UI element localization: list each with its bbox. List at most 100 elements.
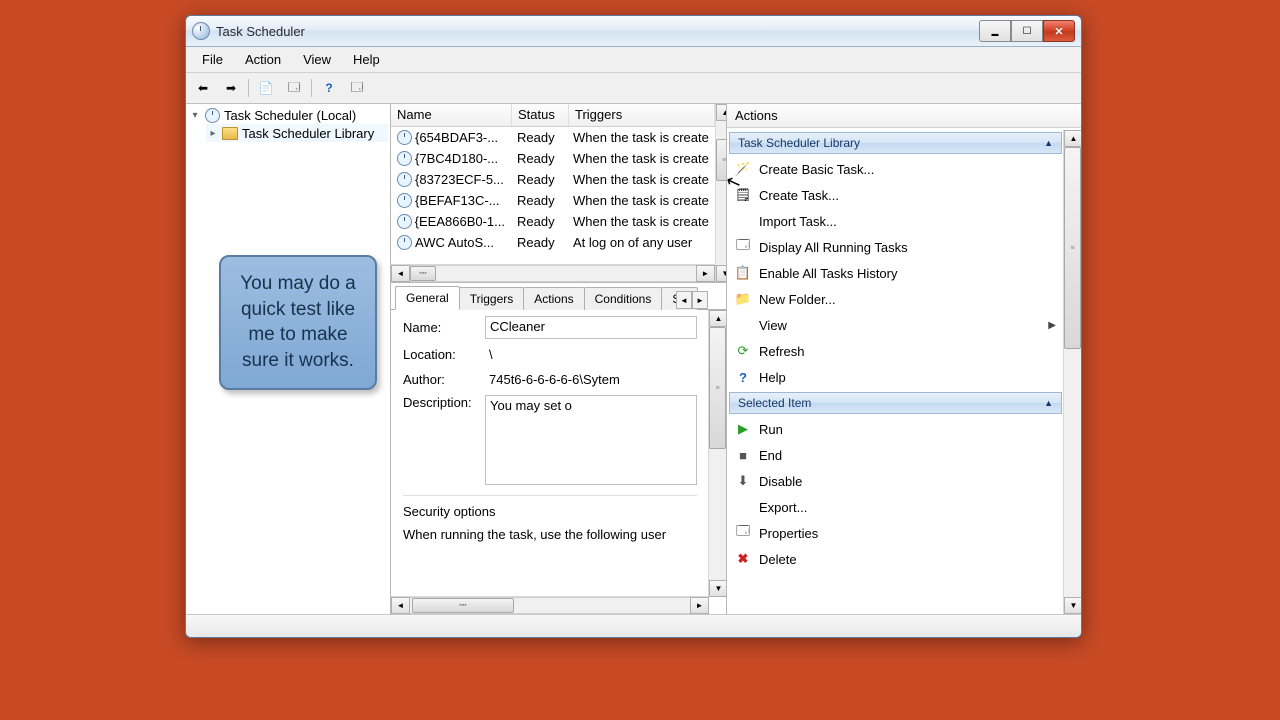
tutorial-callout: You may do a quick test like me to make … xyxy=(219,255,377,390)
collapse-icon[interactable]: ▲ xyxy=(1044,138,1053,148)
view-icon xyxy=(735,317,751,333)
help-toolbar-button[interactable]: ? xyxy=(316,76,342,100)
actions-panel: Actions Task Scheduler Library ▲ 🪄Create… xyxy=(727,104,1081,614)
label: Export... xyxy=(759,500,807,515)
details-hscroll[interactable]: ◄ ▪▪▪ ► xyxy=(391,596,709,614)
tab-scroll-left[interactable]: ◄ xyxy=(676,291,692,309)
titlebar[interactable]: Task Scheduler xyxy=(186,16,1081,47)
scroll-up-icon[interactable]: ▲ xyxy=(716,104,726,121)
tab-conditions[interactable]: Conditions xyxy=(584,287,663,310)
col-triggers[interactable]: Triggers xyxy=(569,104,715,126)
tree-library-label: Task Scheduler Library xyxy=(242,126,374,141)
submenu-arrow-icon: ▶ xyxy=(1048,320,1056,331)
end-icon: ■ xyxy=(735,447,751,463)
help-icon: ? xyxy=(735,369,751,385)
label: End xyxy=(759,448,782,463)
action-create-task[interactable]: 🗒Create Task... xyxy=(729,182,1062,208)
name-field[interactable]: CCleaner xyxy=(485,316,697,339)
action-disable[interactable]: ⬇Disable xyxy=(729,468,1062,494)
scroll-thumb[interactable]: ≡ xyxy=(1064,147,1081,349)
col-status[interactable]: Status xyxy=(512,104,569,126)
scroll-right-icon[interactable]: ► xyxy=(696,265,715,282)
table-row[interactable]: {EEA866B0-1...ReadyWhen the task is crea… xyxy=(391,211,715,232)
action-properties[interactable]: 🗔Properties xyxy=(729,520,1062,546)
task-icon xyxy=(397,172,412,187)
scroll-thumb[interactable]: ▪▪▪ xyxy=(410,266,436,281)
collapse-icon[interactable]: ▲ xyxy=(1044,398,1053,408)
up-button[interactable]: 📄 xyxy=(253,76,279,100)
details-vscroll[interactable]: ▲ ≡ ▼ xyxy=(708,310,726,597)
author-value: 745t6-6-6-6-6-6\Sytem xyxy=(485,370,624,389)
tab-general[interactable]: General xyxy=(395,286,460,310)
menu-view[interactable]: View xyxy=(293,49,341,70)
task-trigger: When the task is create xyxy=(567,151,715,166)
table-row[interactable]: {BEFAF13C-...ReadyWhen the task is creat… xyxy=(391,190,715,211)
list-vscroll[interactable]: ▲ ≡ ▼ xyxy=(715,104,726,282)
label: Create Task... xyxy=(759,188,839,203)
tab-scroll-right[interactable]: ► xyxy=(692,291,708,309)
action-view[interactable]: View▶ xyxy=(729,312,1062,338)
refresh-icon: ⟳ xyxy=(735,343,751,359)
action-refresh[interactable]: ⟳Refresh xyxy=(729,338,1062,364)
action-export[interactable]: Export... xyxy=(729,494,1062,520)
selected-group-header[interactable]: Selected Item ▲ xyxy=(729,392,1062,414)
menu-action[interactable]: Action xyxy=(235,49,291,70)
tree-library[interactable]: ▸ Task Scheduler Library xyxy=(206,124,388,142)
action-end[interactable]: ■ End xyxy=(729,442,1062,468)
properties-toolbar-button[interactable]: 🗔 xyxy=(281,76,307,100)
scroll-left-icon[interactable]: ◄ xyxy=(391,597,410,614)
scroll-up-icon[interactable]: ▲ xyxy=(1064,130,1082,147)
library-group-header[interactable]: Task Scheduler Library ▲ xyxy=(729,132,1062,154)
action-run[interactable]: ▶Run xyxy=(729,416,1062,442)
scroll-thumb[interactable]: ▪▪▪ xyxy=(412,598,514,613)
action-display-running[interactable]: 🗔Display All Running Tasks xyxy=(729,234,1062,260)
scroll-down-icon[interactable]: ▼ xyxy=(1064,597,1082,614)
action-enable-history[interactable]: 📋Enable All Tasks History xyxy=(729,260,1062,286)
task-name: {654BDAF3-... xyxy=(415,130,498,145)
toolbar: ⬅ ➡ 📄 🗔 ? 🗔 xyxy=(186,73,1081,104)
actions-header: Actions xyxy=(727,104,1081,128)
col-name[interactable]: Name xyxy=(391,104,512,126)
action-new-folder[interactable]: 📁New Folder... xyxy=(729,286,1062,312)
table-row[interactable]: {654BDAF3-...ReadyWhen the task is creat… xyxy=(391,127,715,148)
task-trigger: When the task is create xyxy=(567,130,715,145)
back-button[interactable]: ⬅ xyxy=(190,76,216,100)
minimize-button[interactable] xyxy=(979,20,1011,42)
scroll-down-icon[interactable]: ▼ xyxy=(716,265,726,282)
extra-toolbar-button[interactable]: 🗔 xyxy=(344,76,370,100)
expand-icon[interactable]: ▸ xyxy=(208,128,218,139)
scroll-right-icon[interactable]: ► xyxy=(690,597,709,614)
description-field[interactable]: You may set o xyxy=(485,395,697,485)
scroll-down-icon[interactable]: ▼ xyxy=(709,580,726,597)
security-text: When running the task, use the following… xyxy=(403,527,697,542)
menu-help[interactable]: Help xyxy=(343,49,390,70)
table-row[interactable]: AWC AutoS...ReadyAt log on of any user xyxy=(391,232,715,253)
close-button[interactable] xyxy=(1043,20,1075,42)
list-hscroll[interactable]: ◄ ▪▪▪ ► xyxy=(391,264,715,282)
scroll-left-icon[interactable]: ◄ xyxy=(391,265,410,282)
action-delete[interactable]: ✖Delete xyxy=(729,546,1062,572)
expand-icon[interactable]: ▾ xyxy=(190,110,200,121)
maximize-button[interactable] xyxy=(1011,20,1043,42)
label: Display All Running Tasks xyxy=(759,240,908,255)
table-row[interactable]: {7BC4D180-...ReadyWhen the task is creat… xyxy=(391,148,715,169)
menu-file[interactable]: File xyxy=(192,49,233,70)
task-rows: {654BDAF3-...ReadyWhen the task is creat… xyxy=(391,127,715,264)
forward-button[interactable]: ➡ xyxy=(218,76,244,100)
tab-triggers[interactable]: Triggers xyxy=(459,287,525,310)
action-help[interactable]: ?Help xyxy=(729,364,1062,390)
scroll-up-icon[interactable]: ▲ xyxy=(709,310,726,327)
actions-vscroll[interactable]: ▲ ≡ ▼ xyxy=(1063,130,1081,614)
task-icon xyxy=(397,151,412,166)
import-icon xyxy=(735,213,751,229)
action-import-task[interactable]: Import Task... xyxy=(729,208,1062,234)
tree-root[interactable]: ▾ Task Scheduler (Local) xyxy=(188,106,388,124)
action-create-basic-task[interactable]: 🪄Create Basic Task... xyxy=(729,156,1062,182)
scheduler-icon xyxy=(205,108,220,123)
menubar: File Action View Help xyxy=(186,47,1081,73)
scroll-thumb[interactable]: ≡ xyxy=(709,327,726,449)
table-row[interactable]: {83723ECF-5...ReadyWhen the task is crea… xyxy=(391,169,715,190)
tab-actions[interactable]: Actions xyxy=(523,287,584,310)
folder-icon xyxy=(222,127,238,140)
app-icon xyxy=(192,22,210,40)
